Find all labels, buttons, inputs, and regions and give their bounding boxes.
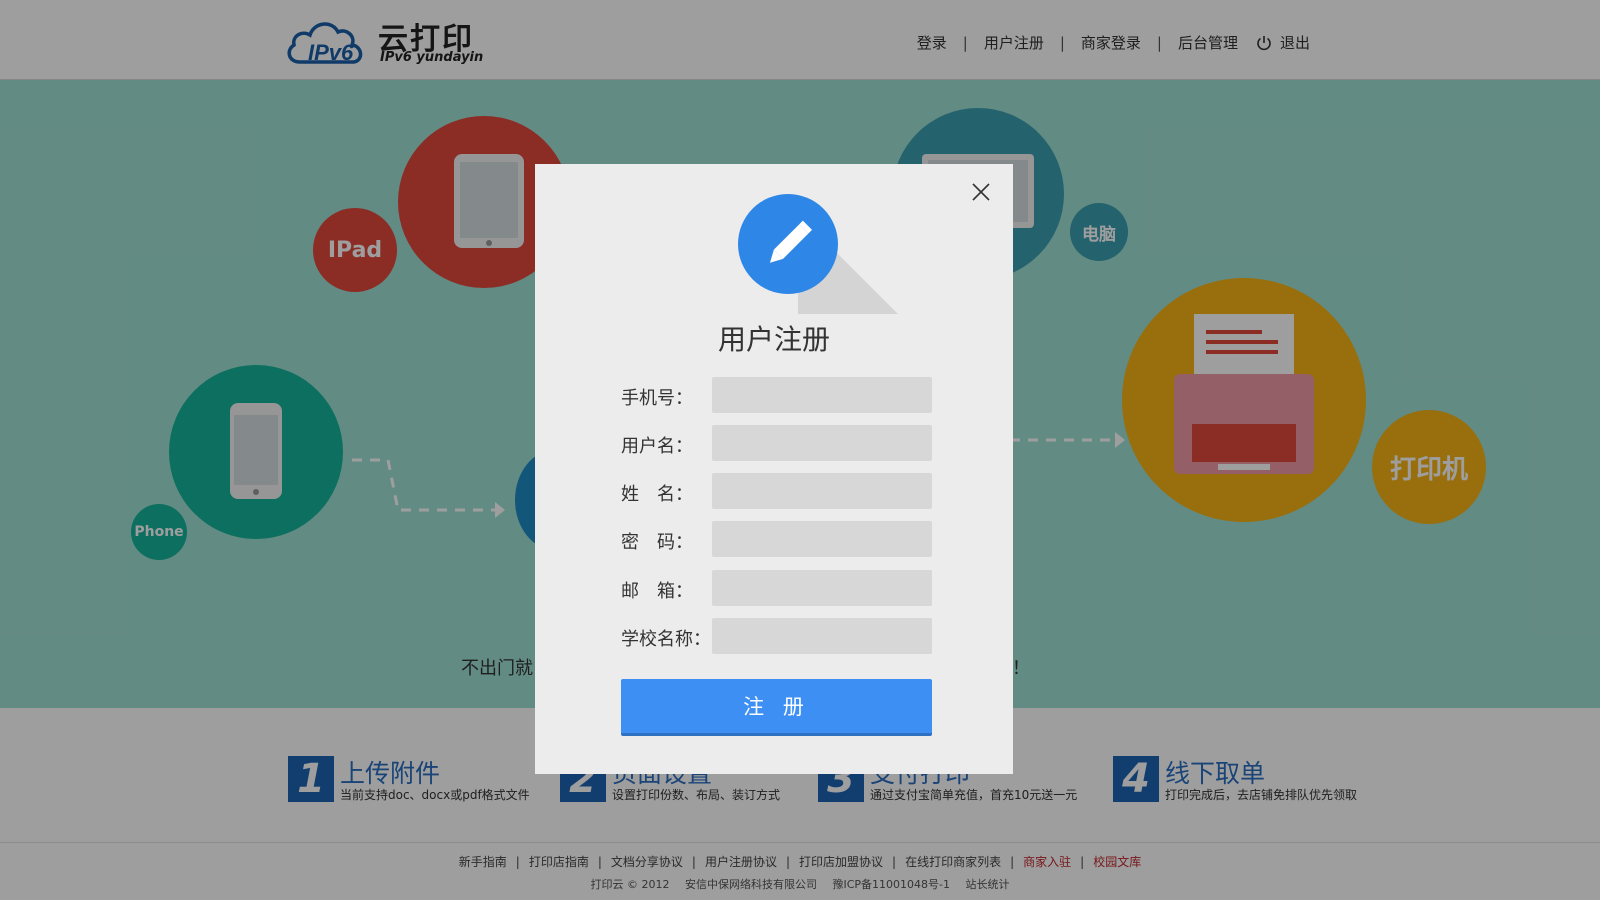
username-input[interactable]: [712, 425, 932, 461]
email-label: 邮 箱：: [621, 581, 693, 602]
email-row: 邮 箱：: [621, 570, 932, 606]
realname-row: 姓 名：: [621, 473, 932, 509]
register-submit-button[interactable]: 注 册: [621, 679, 932, 736]
password-label: 密 码：: [621, 532, 693, 553]
close-icon[interactable]: [969, 180, 993, 204]
pencil-icon: [738, 194, 898, 314]
realname-input[interactable]: [712, 473, 932, 509]
modal-title: 用户注册: [717, 323, 830, 356]
password-input[interactable]: [712, 521, 932, 557]
register-modal: 用户注册 手机号： 用户名： 姓 名： 密 码： 邮 箱： 学校名称： 注 册: [535, 164, 1013, 774]
phone-label: 手机号：: [621, 388, 693, 409]
username-row: 用户名：: [621, 425, 932, 461]
school-input[interactable]: [712, 618, 932, 654]
phone-row: 手机号：: [621, 377, 932, 413]
email-input[interactable]: [712, 570, 932, 606]
username-label: 用户名：: [621, 436, 693, 457]
password-row: 密 码：: [621, 521, 932, 557]
school-label: 学校名称：: [621, 629, 711, 650]
realname-label: 姓 名：: [621, 484, 693, 505]
school-row: 学校名称：: [621, 618, 932, 654]
phone-input[interactable]: [712, 377, 932, 413]
